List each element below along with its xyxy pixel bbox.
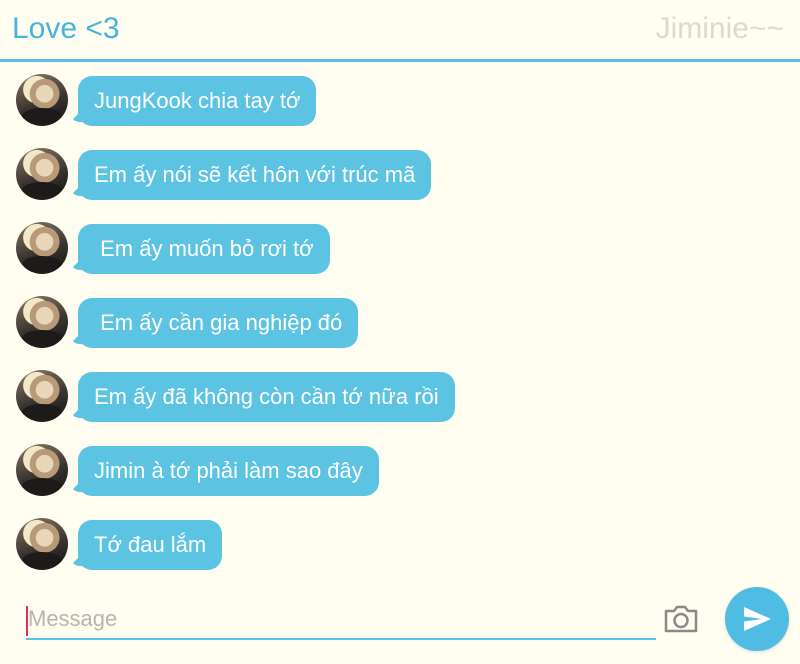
contact-name[interactable]: Jiminie~~ [656, 12, 784, 46]
avatar[interactable] [16, 370, 68, 422]
chat-header: Love <3 Jiminie~~ [0, 0, 800, 62]
avatar[interactable] [16, 148, 68, 200]
text-caret [26, 606, 28, 636]
message-bubble[interactable]: Jimin à tớ phải làm sao đây [78, 446, 379, 496]
avatar[interactable] [16, 518, 68, 570]
send-button[interactable] [725, 587, 789, 651]
message-input[interactable] [26, 600, 656, 640]
message-bubble[interactable]: Em ấy đã không còn cần tớ nữa rồi [78, 372, 455, 422]
send-icon [744, 607, 771, 631]
chat-screen: Love <3 Jiminie~~ JungKook chia tay tớ E… [0, 0, 800, 664]
message-bubble[interactable]: JungKook chia tay tớ [78, 76, 317, 126]
message-composer [0, 580, 800, 664]
avatar[interactable] [16, 296, 68, 348]
message-bubble[interactable]: Em ấy nói sẽ kết hôn với trúc mã [78, 150, 432, 200]
message-bubble[interactable]: Em ấy muốn bỏ rơi tớ [78, 224, 330, 274]
camera-icon-glyph [664, 605, 698, 633]
chat-title[interactable]: Love <3 [12, 12, 120, 46]
camera-icon[interactable] [662, 602, 700, 636]
avatar[interactable] [16, 222, 68, 274]
message-bubble[interactable]: Em ấy cần gia nghiệp đó [78, 298, 359, 348]
message-bubble[interactable]: Tớ đau lắm [78, 520, 223, 570]
avatar[interactable] [16, 74, 68, 126]
avatar[interactable] [16, 444, 68, 496]
